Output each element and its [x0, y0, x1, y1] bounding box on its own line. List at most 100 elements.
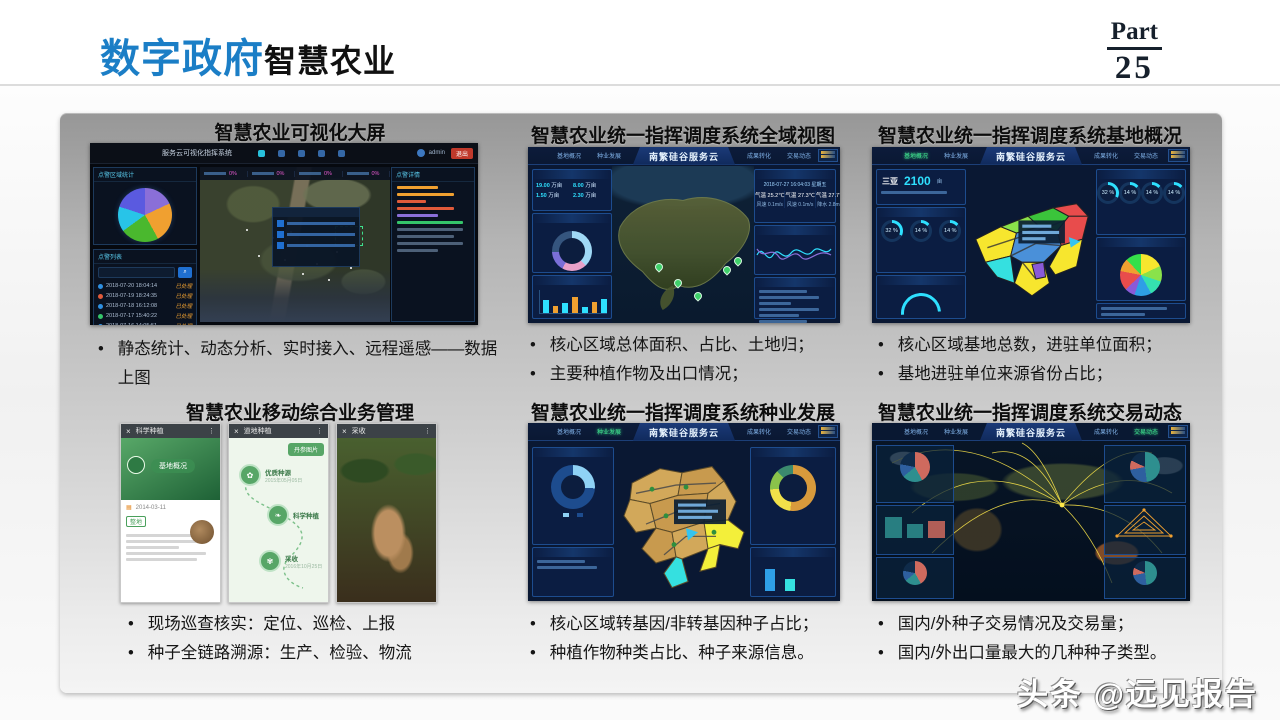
bullet-item: •国内/外种子交易情况及交易量； [878, 610, 1208, 639]
header-divider [0, 84, 1280, 86]
tab-base-overview[interactable]: 基地概况 [553, 151, 585, 160]
science-planting-icon: ❧ [267, 504, 289, 526]
settings-icon[interactable] [338, 150, 345, 157]
tab-base-overview[interactable]: 基地概况 [900, 427, 932, 436]
region-stats-title: 点警区域统计 [94, 168, 196, 182]
alert-detail-title: 点警详情 [392, 168, 474, 182]
tab-trade[interactable]: 交易动态 [1130, 427, 1162, 436]
nav-legend [818, 149, 838, 162]
alert-type-icon [98, 284, 103, 289]
weather-col: 气温 25.2℃风速 0.1m/s [755, 191, 785, 208]
box-title-bar [755, 170, 835, 179]
status-badge: 已处理 [175, 302, 192, 310]
kpi-cell: 0% [200, 171, 248, 177]
crop-parcel-map[interactable] [616, 442, 748, 601]
plan-icon[interactable] [298, 150, 305, 157]
dispatch-icon[interactable] [258, 150, 265, 157]
tab-base-overview[interactable]: 基地概况 [900, 151, 932, 160]
foreign-trade-pie-box [1104, 445, 1186, 503]
part-badge: Part 25 [1107, 18, 1162, 87]
tab-seed-development[interactable]: 种业发展 [940, 427, 972, 436]
alert-list-title: 点警列表 [94, 250, 196, 264]
mobile-app-screens: × 科学种植 ⋮ 基地概况 ▦ 2014-03-11 整地 [120, 423, 437, 603]
trend-line-box [754, 225, 836, 275]
text-line [126, 540, 197, 543]
box-title-bar [1097, 238, 1185, 247]
parcel-map[interactable] [968, 166, 1094, 323]
search-input[interactable] [98, 267, 175, 278]
bullet-item: •静态统计、动态分析、实时接入、远程遥感——数据上图 [98, 335, 508, 393]
export-pie-box [876, 557, 954, 599]
weather-col: 气温 27.3℃风速 0.1m/s [785, 191, 815, 208]
detail-line [397, 214, 438, 217]
more-menu-icon[interactable]: ⋮ [424, 427, 431, 435]
record-date: 2014-03-11 [136, 505, 166, 511]
panel1-bullets: •静态统计、动态分析、实时接入、远程遥感——数据上图 [98, 335, 508, 393]
dash1-app-title: 服务云可视化指挥系统 [162, 148, 232, 158]
record-row[interactable]: ▦ 2014-03-11 [126, 504, 215, 511]
alert-type-icon [98, 294, 103, 299]
base-overview-button[interactable]: 基地概况 [151, 459, 195, 473]
terrain-map[interactable] [612, 166, 754, 323]
alert-row[interactable]: 2018-07-18 16:12:08已处理 [94, 301, 196, 311]
news-list-box [754, 277, 836, 319]
alert-time: 2018-07-19 18:24:35 [106, 293, 157, 299]
timeline-step[interactable]: ❧ 科学种植 [267, 504, 319, 526]
phone-title: 道地种植 [244, 426, 316, 436]
alert-row[interactable]: 2018-07-16 14:05:51已处理 [94, 321, 196, 325]
tab-achievement[interactable]: 成果转化 [743, 427, 775, 436]
alert-manage-icon[interactable] [318, 150, 325, 157]
box-title-bar [533, 548, 613, 557]
tab-seed-development[interactable]: 种业发展 [593, 151, 625, 160]
dash1-nav-icons [258, 150, 345, 157]
text-line [126, 546, 179, 549]
dash-nav: 基地概况 种业发展 南繁硅谷服务云 成果转化 交易动态 [528, 423, 840, 441]
gauge-ring: 14 % [939, 220, 961, 242]
popup-row-icon [277, 220, 284, 227]
tab-achievement[interactable]: 成果转化 [1090, 427, 1122, 436]
alert-row[interactable]: 2018-07-19 18:24:35已处理 [94, 291, 196, 301]
tab-trade[interactable]: 交易动态 [1130, 151, 1162, 160]
status-badge: 已处理 [175, 312, 192, 320]
parcel-map-svg [968, 166, 1094, 323]
facility-gauges-box: 32 % 14 % 14 % 14 % [1096, 169, 1186, 235]
record-photo[interactable] [190, 520, 214, 544]
popup-row [277, 242, 355, 250]
map-popup [272, 207, 360, 267]
alert-type-icon [98, 314, 103, 319]
more-menu-icon[interactable]: ⋮ [208, 427, 215, 435]
tab-seed-development[interactable]: 种业发展 [940, 151, 972, 160]
bullet-item: •种植作物种类占比、种子来源信息。 [530, 639, 860, 668]
detail-line [397, 242, 463, 245]
trend-line-chart [755, 235, 833, 269]
tab-achievement[interactable]: 成果转化 [743, 151, 775, 160]
close-icon[interactable]: × [126, 427, 131, 436]
status-badge: 已处理 [175, 282, 192, 290]
yield-bar-box [750, 547, 836, 597]
base-name: 三亚 [882, 176, 898, 187]
timeline-step[interactable]: ✿ 优质种源2015年05月05日 [239, 464, 302, 486]
more-menu-icon[interactable]: ⋮ [316, 427, 323, 435]
slide-title: 数字政府 智慧农业 [100, 26, 396, 84]
satellite-map[interactable]: 0% 0% 0% 0% [200, 167, 390, 322]
close-icon[interactable]: × [234, 427, 239, 436]
tab-achievement[interactable]: 成果转化 [1090, 151, 1122, 160]
box-title-bar [533, 448, 613, 457]
tab-seed-development[interactable]: 种业发展 [593, 427, 625, 436]
close-icon[interactable]: × [342, 427, 347, 436]
tab-base-overview[interactable]: 基地概况 [553, 427, 585, 436]
popup-header [273, 208, 359, 217]
alert-row[interactable]: 2018-07-20 18:04:14已处理 [94, 281, 196, 291]
alert-row[interactable]: 2018-07-17 15:40:22 已处理 [94, 311, 196, 321]
alert-time: 2018-07-17 15:40:22 [106, 313, 157, 319]
base-stat-box: 三亚 2100 亩 [876, 169, 966, 205]
logout-button[interactable]: 退出 [451, 148, 473, 159]
app-logo [127, 456, 145, 474]
domestic-trade-pie-box [876, 445, 954, 503]
search-icon[interactable]: ⌕ [178, 267, 192, 278]
tab-trade[interactable]: 交易动态 [783, 151, 815, 160]
tab-trade[interactable]: 交易动态 [783, 427, 815, 436]
timeline-step[interactable]: ✾ 采收2016年10月25日 [259, 550, 322, 572]
dash1-header: 服务云可视化指挥系统 admin 退出 [90, 143, 478, 164]
video-monitor-icon[interactable] [278, 150, 285, 157]
